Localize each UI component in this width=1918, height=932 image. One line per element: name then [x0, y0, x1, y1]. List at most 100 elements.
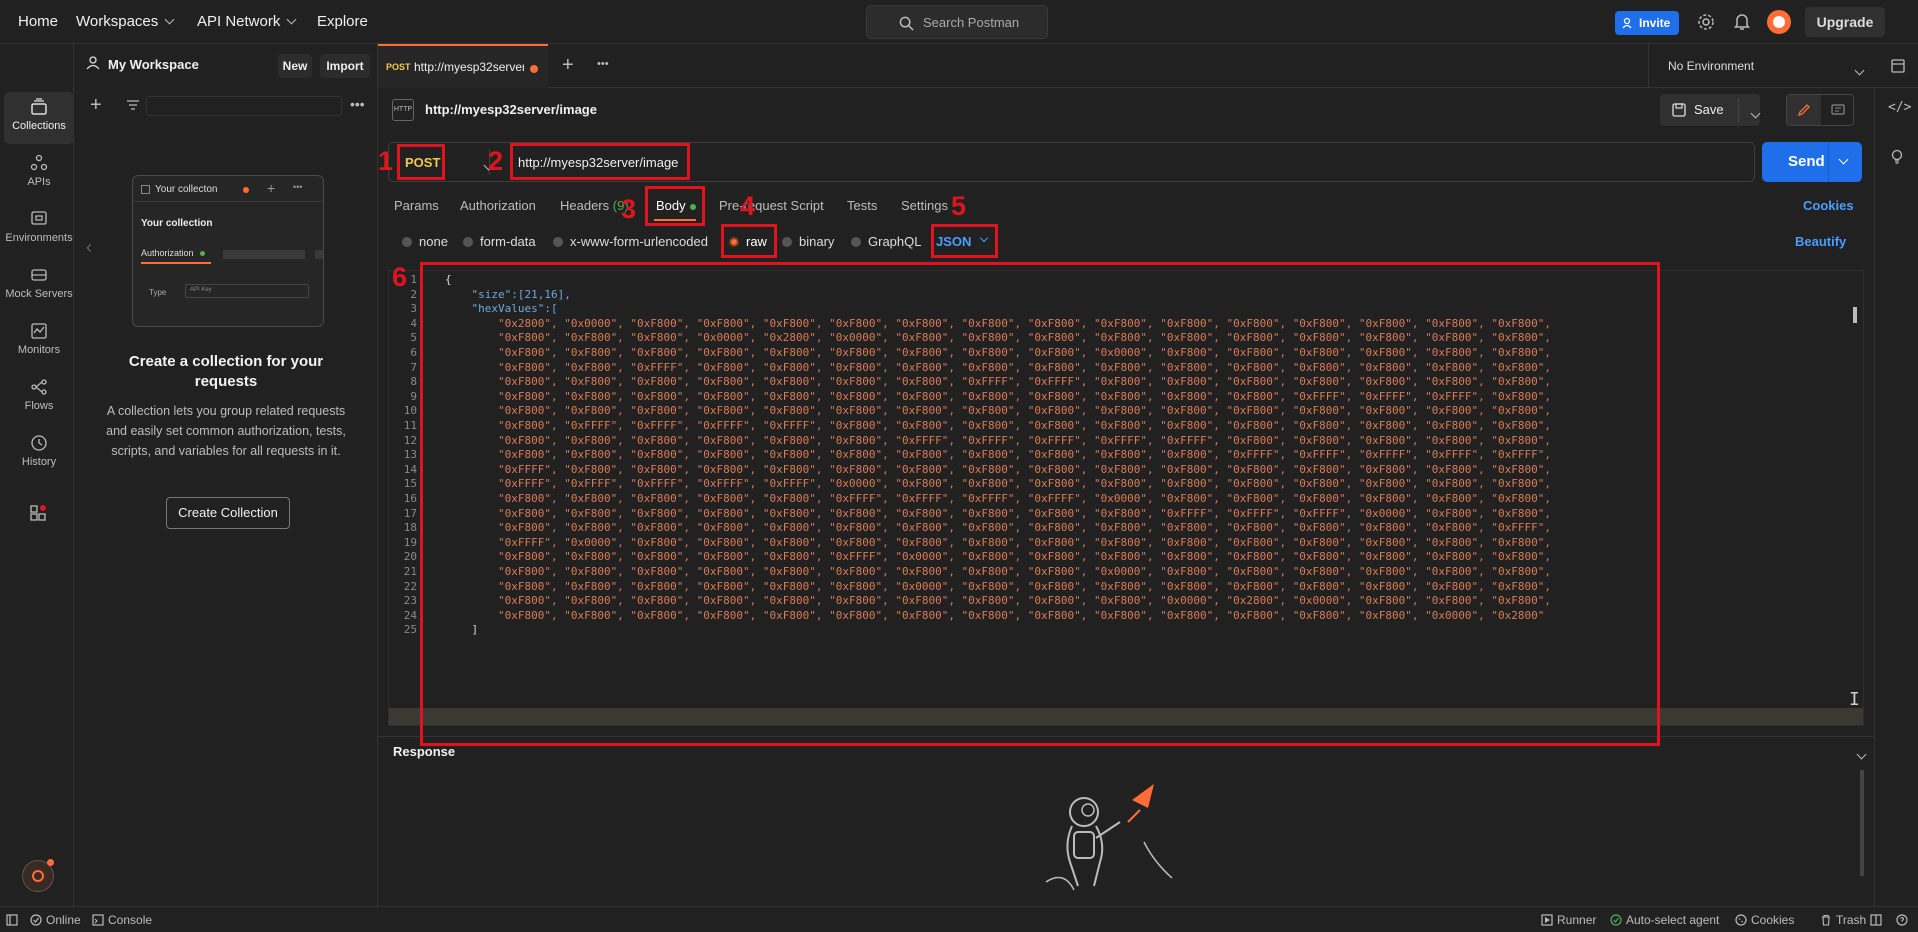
chevron-left-icon: ‹	[86, 237, 92, 257]
tab-overflow-icon[interactable]: •••	[597, 58, 609, 70]
beautify-link[interactable]: Beautify	[1795, 234, 1846, 249]
request-name[interactable]: http://myesp32server/image	[425, 102, 597, 117]
chevron-down-icon	[286, 14, 297, 25]
send-button[interactable]: Send	[1788, 153, 1825, 170]
tab-pre-request-script[interactable]: Pre-request Script	[719, 198, 824, 213]
tab-params[interactable]: Params	[394, 198, 439, 213]
response-scrollbar[interactable]	[1860, 770, 1864, 876]
radio-binary-label[interactable]: binary	[799, 234, 834, 249]
code-snippet-icon[interactable]: </>	[1888, 100, 1911, 115]
rail-item-mock-servers[interactable]: Mock Servers	[4, 260, 74, 312]
two-pane-view-icon[interactable]	[1870, 914, 1882, 926]
tab-settings[interactable]: Settings	[901, 198, 948, 213]
annotation-box-body-editor	[420, 262, 1660, 746]
tab-headers[interactable]: Headers (9)	[560, 198, 629, 213]
info-lightbulb-icon[interactable]	[1889, 149, 1905, 165]
help-rocket-icon[interactable]	[22, 859, 54, 892]
rail-item-apis[interactable]: APIs	[4, 148, 74, 200]
radio-graphql-label[interactable]: GraphQL	[868, 234, 921, 249]
trash-icon	[1822, 914, 1830, 926]
line-number: 18	[403, 521, 417, 535]
edit-mode-button[interactable]	[1787, 95, 1821, 125]
environment-selector[interactable]: No Environment	[1668, 59, 1754, 73]
environment-quick-look-icon[interactable]	[1890, 58, 1906, 74]
cookies-button[interactable]: Cookies	[1751, 913, 1794, 927]
import-button[interactable]: Import	[320, 54, 370, 78]
agent-selector[interactable]: Auto-select agent	[1626, 913, 1719, 927]
status-dot-icon	[200, 251, 205, 256]
line-number: 15	[403, 477, 417, 491]
workspace-title[interactable]: My Workspace	[108, 57, 199, 72]
avatar[interactable]	[1767, 10, 1791, 34]
toggle-sidebar-icon[interactable]	[6, 914, 18, 926]
configure-workspace-icon[interactable]	[29, 504, 47, 522]
console-button[interactable]: Console	[108, 913, 152, 927]
notifications-bell-icon[interactable]	[1733, 12, 1751, 31]
new-tab-icon[interactable]: +	[562, 54, 574, 77]
help-icon[interactable]	[1896, 914, 1908, 926]
online-status[interactable]: Online	[46, 913, 81, 927]
view-toggle	[1786, 94, 1854, 126]
radio-form-data[interactable]	[463, 237, 473, 247]
rail-label-flows: Flows	[24, 400, 54, 412]
line-number: 9	[410, 389, 417, 403]
request-tab-title: http://myesp32server	[414, 60, 524, 74]
new-button[interactable]: New	[278, 54, 312, 78]
left-rail: Collections APIs Environments Mock Serve…	[0, 44, 74, 906]
nav-workspaces[interactable]: Workspaces	[76, 13, 175, 30]
chevron-down-icon	[164, 14, 175, 25]
line-number: 14	[403, 462, 417, 476]
filter-icon[interactable]	[126, 100, 140, 112]
rail-item-flows[interactable]: Flows	[4, 372, 74, 424]
collapse-response-chevron-icon[interactable]	[1856, 749, 1867, 760]
unsaved-dot-icon	[243, 187, 249, 193]
search-bar[interactable]: Search Postman	[866, 5, 1048, 39]
rail-item-environments[interactable]: Environments	[4, 204, 74, 256]
add-collection-icon[interactable]: +	[90, 94, 102, 117]
line-number: 10	[403, 404, 417, 418]
comments-icon[interactable]	[1831, 103, 1845, 117]
save-label: Save	[1694, 102, 1724, 117]
nav-home[interactable]: Home	[18, 13, 58, 30]
send-options-chevron-icon[interactable]	[1838, 154, 1849, 165]
radio-form-data-label[interactable]: form-data	[480, 234, 536, 249]
radio-urlencoded[interactable]	[553, 237, 563, 247]
radio-graphql[interactable]	[851, 237, 861, 247]
line-number: 23	[403, 594, 417, 608]
user-icon	[86, 56, 100, 70]
trash-button[interactable]: Trash	[1836, 913, 1866, 927]
request-tab[interactable]: POST http://myesp32server	[378, 44, 548, 88]
rail-item-history[interactable]: History	[4, 428, 74, 480]
collections-search-input[interactable]	[146, 96, 342, 116]
save-icon	[1672, 103, 1686, 117]
invite-button[interactable]: Invite	[1615, 11, 1679, 35]
radio-binary[interactable]	[782, 237, 792, 247]
illustration-card-title: Your collecton	[155, 184, 218, 195]
rail-item-collections[interactable]: Collections	[4, 92, 74, 144]
save-button[interactable]: Save	[1660, 94, 1738, 126]
radio-none-label[interactable]: none	[419, 234, 448, 249]
flows-icon	[31, 379, 47, 395]
runner-button[interactable]: Runner	[1557, 913, 1596, 927]
chevron-down-icon[interactable]	[1854, 65, 1865, 76]
save-options-chevron-icon[interactable]	[1750, 108, 1761, 119]
editor-scrollbar[interactable]	[1853, 307, 1857, 323]
empty-state-heading: Create a collection for your requests	[128, 353, 324, 390]
cookies-link[interactable]: Cookies	[1803, 198, 1854, 213]
tab-authorization[interactable]: Authorization	[460, 198, 536, 213]
rail-item-monitors[interactable]: Monitors	[4, 316, 74, 368]
create-collection-button[interactable]: Create Collection	[166, 497, 290, 529]
pencil-icon	[1797, 104, 1810, 117]
tab-tests[interactable]: Tests	[847, 198, 877, 213]
upgrade-button[interactable]: Upgrade	[1805, 7, 1885, 37]
rail-label-apis: APIs	[27, 176, 51, 188]
radio-urlencoded-label[interactable]: x-www-form-urlencoded	[570, 234, 708, 249]
radio-none[interactable]	[402, 237, 412, 247]
more-options-icon[interactable]: •••	[350, 96, 365, 112]
line-number: 24	[403, 608, 417, 622]
settings-gear-icon[interactable]	[1697, 13, 1715, 31]
nav-explore[interactable]: Explore	[317, 13, 368, 30]
nav-api-network[interactable]: API Network	[197, 13, 297, 30]
monitors-icon	[31, 323, 47, 339]
line-number: 6	[410, 346, 417, 359]
